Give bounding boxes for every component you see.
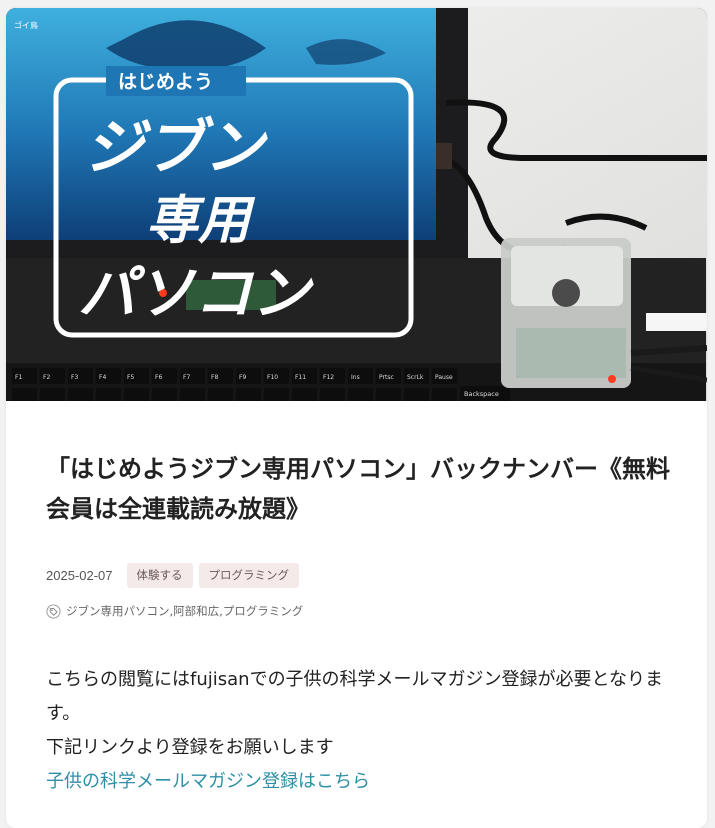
keyboard-key <box>264 388 289 401</box>
tag-link-author[interactable]: 阿部和広 <box>173 603 219 619</box>
keyboard-key-label: F12 <box>323 374 334 381</box>
keyboard-key-label: F7 <box>183 374 190 381</box>
keyboard-key <box>292 388 317 401</box>
keyboard-key-label: F1 <box>15 374 22 381</box>
keyboard-key <box>376 388 401 401</box>
keyboard-key-label: F10 <box>267 374 278 381</box>
keyboard-key-label: Pause <box>435 374 453 381</box>
keyboard-key <box>152 388 177 401</box>
keyboard-key <box>208 388 233 401</box>
keyboard-key-label: F5 <box>127 374 134 381</box>
tag-link-programming[interactable]: プログラミング <box>223 603 304 619</box>
keyboard-key <box>96 388 121 401</box>
category-badge-programming[interactable]: プログラミング <box>198 563 299 588</box>
hero-illustration: F1 F2 F3 F4 F5 F6 F7 F8 F9 F10 F11 F12 Ins Prtsc ScrLk… <box>6 8 707 401</box>
keyboard-key-label: F11 <box>295 374 306 381</box>
body-paragraph-notice: こちらの閲覧にはfujisanでの子供の科学メールマガジン登録が必要となります。 <box>46 669 664 724</box>
keyboard-key <box>68 388 93 401</box>
keyboard-key-label: F9 <box>239 374 246 381</box>
keyboard-key <box>124 388 149 401</box>
keyboard-key-label: F8 <box>211 374 218 381</box>
article-title: 「はじめようジブン専用パソコン」バックナンバー《無料会員は全連載読み放題》 <box>46 455 670 523</box>
keyboard-key <box>12 388 37 401</box>
tag-list: ジブン専用パソコン , 阿部和広 , プログラミング <box>46 603 303 619</box>
corner-mark: ゴイ鳥 <box>14 20 38 30</box>
article-card: F1 F2 F3 F4 F5 F6 F7 F8 F9 F10 F11 F12 Ins Prtsc ScrLk… <box>6 8 707 828</box>
hero-image[interactable]: F1 F2 F3 F4 F5 F6 F7 F8 F9 F10 F11 F12 Ins Prtsc ScrLk… <box>6 8 707 401</box>
article-meta: 2025-02-07 体験する プログラミング <box>46 563 305 588</box>
keyboard-key-label: Prtsc <box>379 374 394 381</box>
keyboard-key <box>180 388 205 401</box>
body-paragraph-instruction: 下記リンクより登録をお願いします <box>46 737 334 758</box>
keyboard-key-label: F4 <box>99 374 106 381</box>
keyboard-key-label: Ins <box>351 374 360 381</box>
pi-case <box>501 238 631 388</box>
newsletter-signup-link[interactable]: 子供の科学メールマガジン登録はこちら <box>46 765 370 799</box>
keyboard-key-label: Backspace <box>464 390 499 398</box>
keyboard-key <box>236 388 261 401</box>
logo-title-line2: 専用 <box>146 191 256 251</box>
keyboard-key <box>432 388 457 401</box>
keyboard-key-label: ScrLk <box>407 374 424 381</box>
keyboard-key-label: F3 <box>71 374 78 381</box>
article-body: こちらの閲覧にはfujisanでの子供の科学メールマガジン登録が必要となります。… <box>46 663 671 799</box>
keyboard-key-label: F6 <box>155 374 162 381</box>
tag-icon <box>46 603 61 619</box>
keyboard-key-label: F2 <box>43 374 50 381</box>
post-date: 2025-02-07 <box>46 568 113 583</box>
category-badge-experience[interactable]: 体験する <box>126 563 193 588</box>
logo-banner-text: はじめよう <box>118 71 213 93</box>
keyboard-key <box>348 388 373 401</box>
logo-title-line1: ジブン <box>84 113 268 183</box>
keyboard-key <box>404 388 429 401</box>
tag-link-jibun-pc[interactable]: ジブン専用パソコン <box>66 603 170 619</box>
keyboard-key <box>40 388 65 401</box>
logo-title-line3: パソコン <box>78 259 314 327</box>
keyboard-key <box>320 388 345 401</box>
